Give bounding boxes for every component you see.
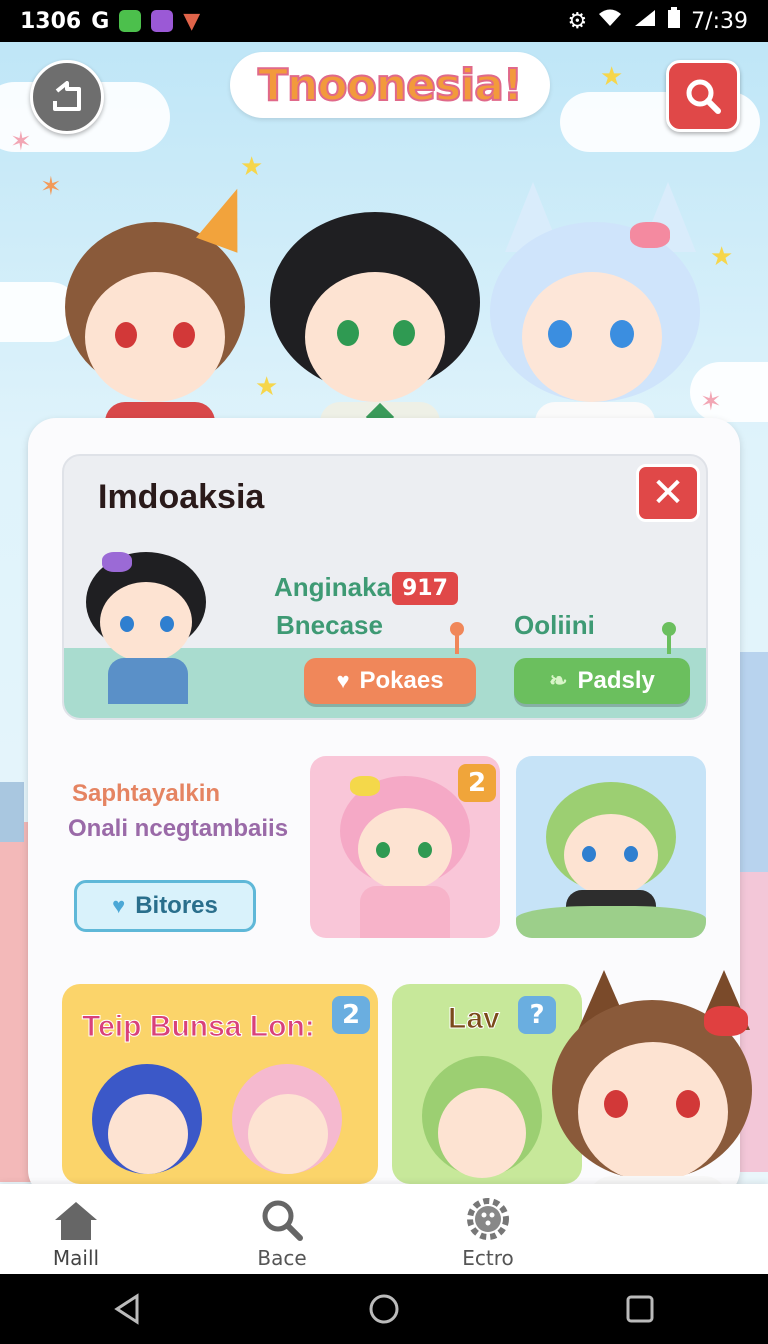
star-icon: ★ (710, 242, 734, 272)
nav-settings-label: Ectro (462, 1246, 514, 1270)
recents-nav-icon[interactable] (625, 1294, 655, 1324)
star-icon: ★ (240, 152, 264, 182)
stories-button[interactable]: ♥ Bitores (74, 880, 256, 932)
profile-avatar (82, 546, 222, 706)
star-icon: ✶ (700, 387, 722, 417)
pokaes-button[interactable]: ♥ Pokaes (304, 658, 476, 704)
promo-title: Saphtayalkin (72, 780, 221, 807)
system-nav-bar (0, 1274, 768, 1344)
status-time: 7/:39 (691, 8, 748, 34)
search-icon (262, 1200, 303, 1241)
battery-icon (667, 7, 681, 35)
heart-icon: ♥ (112, 893, 126, 918)
count-badge: 917 (392, 572, 458, 605)
search-icon (686, 79, 721, 114)
pokaes-label: Pokaes (359, 667, 444, 694)
stories-label: Bitores (135, 892, 218, 919)
home-nav-icon[interactable] (368, 1293, 400, 1325)
app-title: Tnoonesia! (230, 52, 550, 118)
status-left: 1306 G ▼ (20, 9, 200, 34)
thumbnail-green-character[interactable] (516, 756, 706, 938)
leaf-icon: ❧ (549, 668, 568, 693)
app-green-icon (119, 10, 142, 32)
triangle-icon: ▼ (183, 8, 201, 34)
status-clock: 1306 (20, 8, 82, 34)
profile-card: Imdoaksia ✕ Anginaka 917 Bnecase Ooliini… (62, 454, 708, 720)
stat-label-1: Anginaka (274, 572, 392, 602)
signal-icon (633, 8, 657, 34)
heart-icon: ♥ (336, 668, 350, 693)
star-icon: ★ (600, 62, 624, 92)
promo-subtitle: Onali ncegtambaiis (68, 815, 289, 842)
stat-label-3: Ooliini (514, 610, 595, 640)
game-card-badge: 2 (332, 996, 370, 1034)
pin-stem (455, 634, 459, 654)
pin-stem (667, 634, 671, 654)
thumbnail-pink-character[interactable]: 2 (310, 756, 500, 938)
nav-settings[interactable]: Ectro (428, 1190, 548, 1270)
back-arrow-icon (53, 81, 81, 111)
settings-icon (467, 1198, 509, 1240)
home-icon (55, 1202, 97, 1240)
nav-search[interactable]: Bace (222, 1190, 342, 1270)
gear-status-icon: ⚙ (567, 8, 588, 34)
back-button[interactable] (30, 60, 104, 134)
close-button[interactable]: ✕ (636, 464, 700, 522)
building (0, 782, 24, 842)
star-icon: ✶ (10, 127, 32, 157)
game-card-title: Lav (448, 1002, 501, 1036)
nav-search-label: Bace (257, 1246, 307, 1270)
thumbnail-badge: 2 (458, 764, 496, 802)
nav-home[interactable]: Maill (16, 1190, 136, 1270)
padsly-button[interactable]: ❧ Padsly (514, 658, 690, 704)
search-button[interactable] (666, 60, 740, 132)
game-card-title: Teip Bunsa Lon: (82, 1010, 316, 1044)
close-icon: ✕ (651, 470, 685, 516)
game-card-1[interactable]: Teip Bunsa Lon: 2 (62, 984, 378, 1184)
status-bar: 1306 G ▼ ⚙ 7/:39 (0, 0, 768, 42)
nav-home-label: Maill (52, 1246, 100, 1270)
app-purple-icon (151, 10, 174, 32)
padsly-label: Padsly (577, 667, 655, 694)
bottom-nav: Maill Bace Ectro (0, 1184, 768, 1274)
g-icon: G (91, 8, 110, 34)
status-right: ⚙ 7/:39 (567, 7, 748, 35)
stat-label-2: Bnecase (276, 610, 383, 640)
wifi-icon (597, 8, 623, 34)
back-nav-icon[interactable] (113, 1293, 143, 1325)
profile-name: Imdoaksia (98, 478, 265, 516)
